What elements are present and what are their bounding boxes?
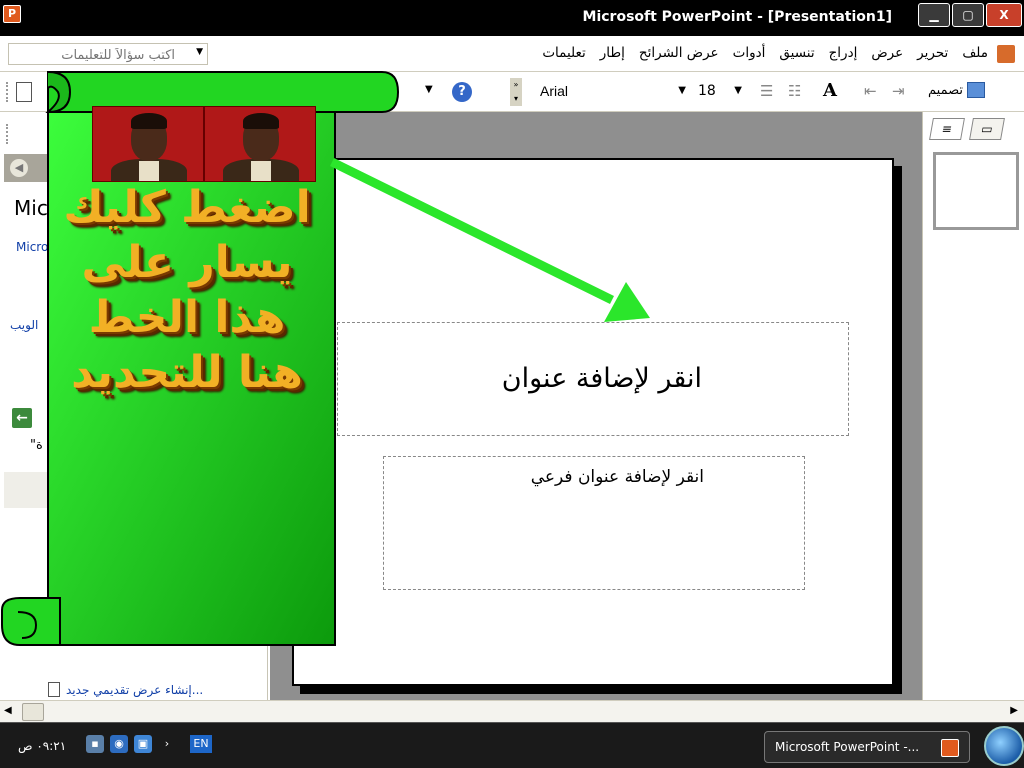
shield-icon[interactable]: ◉	[110, 735, 128, 753]
network-icon[interactable]: ▪	[86, 735, 104, 753]
powerpoint-icon[interactable]: P	[3, 5, 21, 23]
menu-slideshow[interactable]: عرض الشرائح	[639, 45, 719, 61]
powerpoint-icon	[941, 739, 959, 757]
document-icon	[48, 682, 60, 697]
maximize-button[interactable]: ▢	[952, 3, 984, 27]
design-button[interactable]: تصميم	[928, 82, 985, 98]
start-button[interactable]	[984, 726, 1024, 766]
new-presentation-label: إنشاء عرض تقديمي جديد...	[66, 682, 204, 697]
increase-indent-icon[interactable]: ⇥	[892, 82, 905, 100]
scroll-thumb[interactable]	[22, 703, 44, 721]
increase-font-icon[interactable]: A	[823, 80, 837, 101]
chevron-down-icon[interactable]: ▼	[678, 85, 686, 96]
task-pane-text: "ة	[30, 438, 43, 453]
new-document-icon[interactable]	[16, 82, 32, 102]
photo-hair	[243, 113, 279, 129]
title-placeholder-text: انقر لإضافة عنوان	[501, 363, 702, 394]
menu-view[interactable]: عرض	[871, 45, 903, 61]
taskbar-powerpoint-label: Microsoft PowerPoint -...	[775, 740, 920, 754]
arrow-left-icon[interactable]: ←	[12, 408, 32, 428]
title-placeholder[interactable]: انقر لإضافة عنوان	[337, 322, 849, 436]
photo-hair	[131, 113, 167, 129]
subtitle-placeholder-text: انقر لإضافة عنوان فرعي	[530, 467, 704, 487]
new-presentation-link[interactable]: إنشاء عرض تقديمي جديد...	[48, 682, 203, 697]
tab-outline[interactable]: ≡	[929, 118, 965, 140]
task-pane-web-link[interactable]: الويب	[10, 318, 38, 332]
photo-portrait[interactable]	[204, 106, 316, 182]
photo-portrait[interactable]	[92, 106, 204, 182]
help-icon[interactable]: ?	[452, 82, 472, 102]
menu-insert[interactable]: إدراج	[829, 45, 858, 61]
menu-file[interactable]: ملف	[962, 45, 988, 61]
slide-thumbnail[interactable]	[933, 152, 1019, 230]
system-tray: ▪ ◉ ▣ ›	[86, 735, 176, 753]
menu-items: ملف تحرير عرض إدراج تنسيق أدوات عرض الشر…	[542, 45, 988, 61]
clock[interactable]: ٠٩:٢١ ص	[18, 739, 66, 753]
photo-shirt	[139, 161, 159, 181]
ask-question-box[interactable]: ▼	[8, 43, 208, 65]
pane-grip[interactable]	[6, 124, 9, 144]
taskbar-powerpoint-button[interactable]: Microsoft PowerPoint -...	[764, 731, 970, 763]
bullets-icon[interactable]: ☷	[788, 82, 801, 100]
task-pane-title: Mic	[14, 196, 48, 220]
photo-shirt	[251, 161, 271, 181]
language-indicator[interactable]: EN	[190, 735, 212, 753]
close-button[interactable]: X	[986, 3, 1022, 27]
chevron-down-icon[interactable]: ▼	[196, 47, 203, 57]
scroll-right-icon[interactable]: ▶	[1010, 705, 1018, 716]
banner-wordart[interactable]: اضغط كليك يسار على هذا الخط هنا للتحديد	[52, 180, 322, 400]
font-size-value: 18	[698, 83, 716, 99]
task-pane-link[interactable]: Micro	[16, 240, 48, 254]
design-label: تصميم	[928, 82, 963, 98]
document-icon[interactable]	[996, 44, 1016, 64]
scroll-left-icon[interactable]: ◀	[4, 705, 12, 716]
screen: P Microsoft PowerPoint - [Presentation1]…	[0, 0, 1024, 768]
font-size-select[interactable]: 18 ▼	[692, 80, 746, 104]
toolbar-options-icon[interactable]: » ▾	[510, 78, 522, 106]
decrease-indent-icon[interactable]: ⇤	[864, 82, 877, 100]
taskbar: ٠٩:٢١ ص ▪ ◉ ▣ › EN Microsoft PowerPoint …	[0, 722, 1024, 768]
numbering-icon[interactable]: ☰	[760, 82, 773, 100]
menu-format[interactable]: تنسيق	[779, 45, 814, 61]
slides-pane: ≡ ▭	[922, 112, 1024, 700]
back-icon[interactable]: ◀	[10, 159, 28, 177]
font-name-select[interactable]: Arial ▼	[536, 80, 690, 104]
menu-bar: ▼ ملف تحرير عرض إدراج تنسيق أدوات عرض ال…	[0, 36, 1024, 72]
title-bar: P Microsoft PowerPoint - [Presentation1]…	[0, 0, 1024, 36]
menu-help[interactable]: تعليمات	[542, 45, 585, 61]
design-icon	[966, 82, 985, 98]
subtitle-placeholder[interactable]: انقر لإضافة عنوان فرعي	[383, 456, 805, 590]
chevron-down-icon[interactable]: ▼	[425, 84, 433, 95]
menu-edit[interactable]: تحرير	[917, 45, 948, 61]
horizontal-scrollbar[interactable]: ◀ ▶	[0, 700, 1024, 722]
menu-window[interactable]: إطار	[600, 45, 625, 61]
display-icon[interactable]: ▣	[134, 735, 152, 753]
task-pane-band	[4, 472, 264, 508]
ask-question-input[interactable]	[9, 46, 179, 65]
chevron-right-icon[interactable]: ›	[158, 735, 176, 753]
menu-tools[interactable]: أدوات	[733, 45, 766, 61]
window-title: Microsoft PowerPoint - [Presentation1]	[582, 9, 892, 25]
font-name-value: Arial	[540, 83, 569, 99]
chevron-down-icon[interactable]: ▼	[734, 85, 742, 96]
toolbar-grip[interactable]	[6, 82, 9, 102]
tab-slides[interactable]: ▭	[969, 118, 1005, 140]
minimize-button[interactable]: ▁	[918, 3, 950, 27]
